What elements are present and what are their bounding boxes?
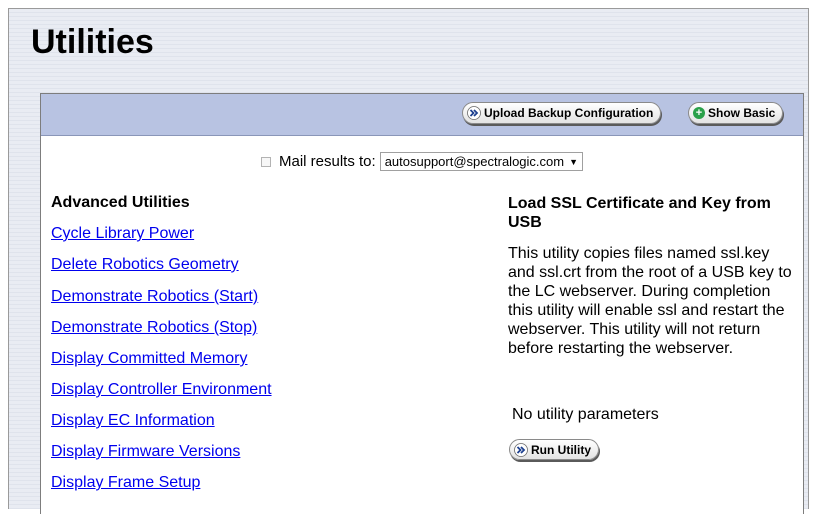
utility-detail-description: This utility copies files named ssl.key … — [508, 245, 792, 357]
mail-results-checkbox[interactable] — [260, 156, 271, 167]
advanced-utilities-list: Advanced Utilities Cycle Library Power D… — [51, 194, 471, 491]
utility-parameters-text: No utility parameters — [512, 406, 659, 423]
utility-link-display-committed-memory[interactable]: Display Committed Memory — [51, 350, 247, 368]
mail-results-label: Mail results to: — [278, 153, 376, 170]
dropdown-arrow-icon: ▼ — [569, 156, 579, 167]
show-basic-label: Show Basic — [708, 106, 776, 120]
run-utility-label: Run Utility — [531, 442, 591, 457]
advanced-utilities-heading: Advanced Utilities — [51, 194, 190, 211]
add-circle-icon: + — [693, 107, 705, 119]
toolbar: Upload Backup Configuration + Show Basic — [41, 94, 803, 136]
mail-recipient-value: autosupport@spectralogic.com — [384, 154, 565, 169]
utility-link-display-frame-setup[interactable]: Display Frame Setup — [51, 474, 200, 492]
mail-recipient-select[interactable]: autosupport@spectralogic.com ▼ — [379, 152, 584, 171]
page-title: Utilities — [31, 23, 154, 61]
upload-backup-configuration-button[interactable]: Upload Backup Configuration — [462, 102, 662, 124]
utility-link-display-controller-environment[interactable]: Display Controller Environment — [51, 381, 272, 399]
utility-link-delete-robotics-geometry[interactable]: Delete Robotics Geometry — [51, 256, 239, 274]
utility-link-display-firmware-versions[interactable]: Display Firmware Versions — [51, 443, 240, 461]
mail-results-row: Mail results to: autosupport@spectralogi… — [41, 152, 803, 171]
run-utility-button[interactable]: Run Utility — [509, 439, 599, 460]
utility-detail: Load SSL Certificate and Key from USB Th… — [508, 194, 798, 460]
utility-link-demonstrate-robotics-stop[interactable]: Demonstrate Robotics (Stop) — [51, 319, 257, 337]
utility-link-demonstrate-robotics-start[interactable]: Demonstrate Robotics (Start) — [51, 288, 258, 306]
double-chevron-right-icon — [514, 442, 528, 457]
page-frame: Utilities Upload Backup Configuration + … — [8, 8, 809, 514]
utilities-panel: Upload Backup Configuration + Show Basic… — [40, 93, 804, 514]
upload-backup-configuration-label: Upload Backup Configuration — [484, 106, 654, 120]
utility-link-cycle-library-power[interactable]: Cycle Library Power — [51, 225, 194, 243]
utility-detail-title: Load SSL Certificate and Key from USB — [508, 195, 771, 231]
utility-link-display-ec-information[interactable]: Display EC Information — [51, 412, 215, 430]
show-basic-button[interactable]: + Show Basic — [688, 102, 784, 124]
double-chevron-right-icon — [467, 106, 481, 120]
